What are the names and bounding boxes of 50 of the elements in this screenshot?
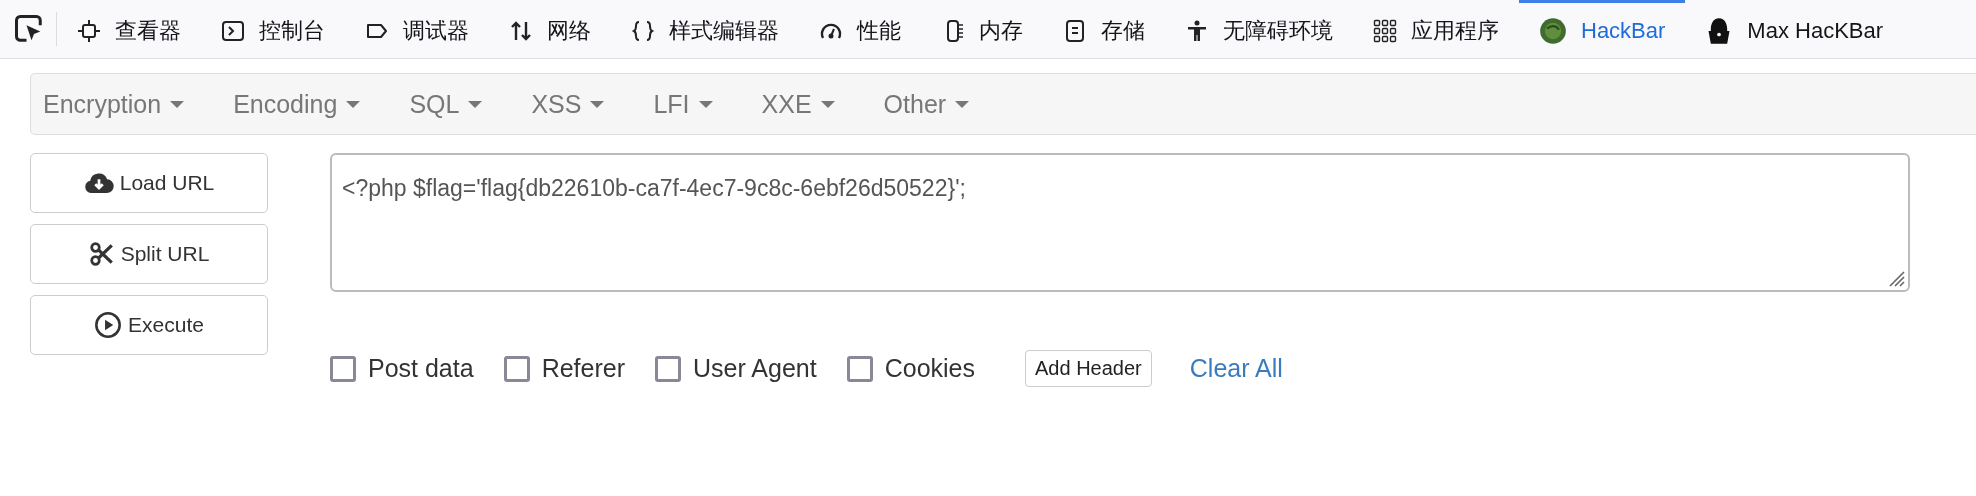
checkbox-label: User Agent (693, 354, 817, 383)
scissors-icon (88, 241, 115, 267)
add-header-button[interactable]: Add Header (1025, 350, 1152, 387)
checkbox-label: Cookies (884, 354, 976, 383)
devtools-tab[interactable]: 性能 (799, 0, 921, 58)
devtools-tab[interactable]: 网络 (489, 0, 611, 58)
menu-dropdown[interactable]: SQL (409, 89, 496, 119)
menu-dropdown[interactable]: Encoding (233, 89, 374, 119)
devtools-tab[interactable]: 样式编辑器 (611, 0, 799, 58)
caret-icon (468, 100, 483, 108)
crosshair-icon (77, 18, 101, 43)
checkbox[interactable] (330, 355, 356, 382)
menu-dropdown[interactable]: LFI (653, 89, 726, 119)
menu-dropdown[interactable]: XXE (761, 89, 848, 119)
caret-icon (170, 100, 185, 108)
devtools-tab[interactable]: 存储 (1043, 0, 1165, 58)
checkbox-label: Post data (368, 354, 474, 383)
checkbox-label: Referer (541, 354, 625, 383)
caret-icon (590, 100, 605, 108)
action-button[interactable]: Load URL (30, 153, 268, 213)
action-button[interactable]: Split URL (30, 224, 268, 284)
clear-all-link[interactable]: Clear All (1189, 354, 1283, 383)
devtools-tab[interactable]: 内存 (921, 0, 1043, 58)
url-field[interactable]: <?php $flag='flag{db22610b-ca7f-4ec7-9c8c-6ebf26d50522}'; (330, 153, 1910, 292)
swirl-logo-icon (1539, 16, 1567, 45)
grid-icon (1373, 18, 1397, 43)
caret-icon (346, 100, 361, 108)
checkbox[interactable] (846, 355, 873, 382)
devtools-tab[interactable]: 查看器 (57, 0, 201, 58)
console-icon (221, 18, 245, 43)
devtools-tab[interactable]: 控制台 (201, 0, 345, 58)
storage-icon (1063, 18, 1087, 43)
play-circle-icon (94, 311, 123, 339)
devtools-tab[interactable]: 调试器 (345, 0, 489, 58)
devtools-tab[interactable]: 无障碍环境 (1165, 0, 1353, 58)
menu-dropdown[interactable]: Other (883, 89, 983, 119)
person-icon (1185, 18, 1209, 43)
caret-icon (820, 100, 835, 108)
menu-dropdown[interactable]: XSS (531, 89, 618, 119)
braces-icon (631, 18, 655, 43)
caret-icon (955, 100, 970, 108)
menu-dropdown[interactable]: Encryption (43, 89, 198, 119)
cursor-icon (14, 14, 44, 44)
checkbox[interactable] (503, 355, 530, 382)
devtools-tab[interactable]: 应用程序 (1353, 0, 1519, 58)
devtools-tab[interactable]: Max HacKBar (1685, 0, 1904, 58)
devtools-tab[interactable]: HackBar (1519, 0, 1686, 58)
caret-icon (698, 100, 713, 108)
action-button[interactable]: Execute (30, 295, 268, 355)
checkbox[interactable] (655, 355, 681, 382)
